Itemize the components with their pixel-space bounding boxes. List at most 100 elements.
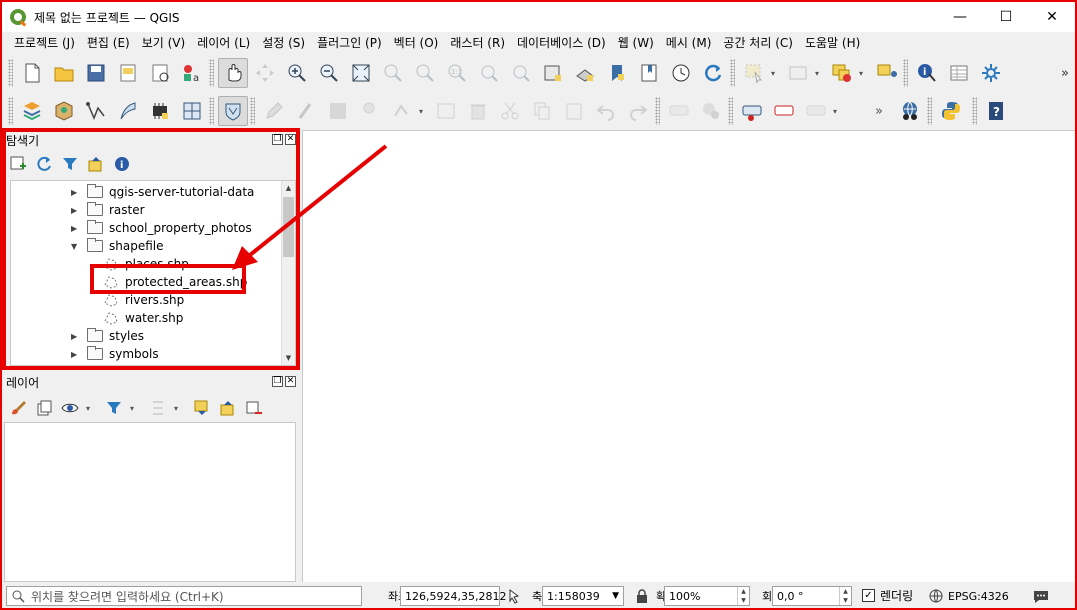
menu-raster[interactable]: 래스터 (R) [444, 34, 511, 51]
zoom-next-button[interactable] [506, 58, 536, 88]
close-panel-button[interactable]: ✕ [285, 134, 296, 145]
statistics-button[interactable] [976, 58, 1006, 88]
pin-labels-button[interactable] [696, 96, 726, 126]
select-dropdown-icon[interactable]: ▾ [771, 69, 779, 78]
refresh-button[interactable] [698, 58, 728, 88]
zoom-last-button[interactable] [474, 58, 504, 88]
coordinate-toggle-button[interactable] [506, 588, 522, 607]
tree-item-folder[interactable]: ▼ shapefile [71, 237, 164, 255]
float-panel-button[interactable]: ❐ [272, 376, 283, 387]
enable-properties-button[interactable]: i [112, 154, 132, 174]
new-print-layout-button[interactable] [113, 58, 143, 88]
menu-help[interactable]: 도움말 (H) [799, 34, 866, 51]
magnifier-spinner[interactable]: ▲ ▼ [737, 587, 749, 605]
expand-arrow-icon[interactable]: ▶ [71, 188, 81, 197]
tree-item-shapefile[interactable]: water.shp [103, 309, 183, 327]
menu-project[interactable]: 프로젝트 (J) [8, 34, 81, 51]
toolbar-grip[interactable] [250, 97, 255, 125]
toolbar-grip[interactable] [728, 97, 733, 125]
menu-settings[interactable]: 설정 (S) [256, 34, 311, 51]
show-unplaced-labels-button[interactable] [769, 96, 799, 126]
pan-to-selection-button[interactable] [250, 58, 280, 88]
collapse-arrow-icon[interactable]: ▼ [71, 242, 81, 251]
zoom-to-selection-button[interactable] [378, 58, 408, 88]
toolbar2-overflow-button[interactable]: » [875, 104, 883, 119]
vertex-tool-button[interactable] [387, 96, 417, 126]
scroll-down-icon[interactable]: ▼ [282, 351, 295, 365]
select-features-button[interactable] [739, 58, 769, 88]
attribute-table-button[interactable] [944, 58, 974, 88]
magnifier-field[interactable]: 100% ▲ ▼ [664, 586, 750, 606]
browser-tree[interactable]: ▶ qgis-server-tutorial-data ▶ raster ▶ s… [10, 180, 296, 366]
expand-arrow-icon[interactable]: ▶ [71, 224, 81, 233]
cut-features-button[interactable] [495, 96, 525, 126]
menu-layer[interactable]: 레이어 (L) [191, 34, 256, 51]
layer-styling-button[interactable] [8, 398, 28, 418]
tree-item-shapefile[interactable]: places.shp [103, 255, 189, 273]
deselect-all-button[interactable] [827, 58, 857, 88]
zoom-in-button[interactable] [282, 58, 312, 88]
map-themes-dropdown-icon[interactable]: ▾ [86, 404, 94, 413]
toolbar-grip[interactable] [927, 97, 932, 125]
toolbar-grip[interactable] [655, 97, 660, 125]
messages-button[interactable] [1032, 587, 1050, 608]
remove-layer-button[interactable] [244, 398, 264, 418]
python-console-button[interactable] [936, 96, 966, 126]
select-location-button[interactable] [871, 58, 901, 88]
tree-item-folder[interactable]: ▶ symbols [71, 345, 159, 363]
float-panel-button[interactable]: ❐ [272, 134, 283, 145]
quickmapservices-button[interactable] [895, 96, 925, 126]
filter-browser-button[interactable] [60, 154, 80, 174]
edit-pencil-button[interactable] [291, 96, 321, 126]
undo-button[interactable] [591, 96, 621, 126]
save-project-button[interactable] [81, 58, 111, 88]
menu-view[interactable]: 보기 (V) [136, 34, 191, 51]
lock-scale-button[interactable] [634, 588, 650, 607]
add-selected-layers-button[interactable] [8, 154, 28, 174]
tree-item-folder[interactable]: ▶ raster [71, 201, 145, 219]
expand-arrow-icon[interactable]: ▶ [71, 350, 81, 359]
data-source-manager-button[interactable] [17, 96, 47, 126]
label-toolbar-button[interactable] [664, 96, 694, 126]
expand-arrow-icon[interactable]: ▶ [71, 332, 81, 341]
new-geopackage-button[interactable] [49, 96, 79, 126]
rotation-spinner[interactable]: ▲ ▼ [839, 587, 851, 605]
new-project-button[interactable] [17, 58, 47, 88]
temporal-controller-button[interactable] [602, 58, 632, 88]
toolbar-grip[interactable] [8, 59, 13, 87]
paste-features-button[interactable] [559, 96, 589, 126]
menu-plugins[interactable]: 플러그인 (P) [311, 34, 388, 51]
crs-button[interactable]: EPSG:4326 [928, 588, 1009, 604]
collapse-all-button[interactable] [86, 154, 106, 174]
minimize-button[interactable]: — [937, 2, 983, 32]
vertex-dropdown-icon[interactable]: ▾ [419, 107, 427, 116]
expand-all-button[interactable] [192, 398, 212, 418]
manage-map-themes-button[interactable] [60, 398, 80, 418]
help-contents-button[interactable]: ? [981, 96, 1011, 126]
highlight-labels-button[interactable] [737, 96, 767, 126]
digitizing-toggle-button[interactable] [218, 96, 248, 126]
modify-attributes-button[interactable] [431, 96, 461, 126]
collapse-all-layers-button[interactable] [218, 398, 238, 418]
toolbar-overflow-button[interactable]: » [1061, 66, 1069, 81]
add-group-button[interactable] [34, 398, 54, 418]
toolbar-grip[interactable] [209, 59, 214, 87]
select-by-value-button[interactable] [783, 58, 813, 88]
redo-button[interactable] [623, 96, 653, 126]
locator-search-input[interactable]: 위치를 찾으려면 입력하세요 (Ctrl+K) [6, 586, 362, 606]
browser-scrollbar[interactable]: ▲ ▼ [281, 181, 295, 365]
new-spatialite-button[interactable] [113, 96, 143, 126]
identify-features-button[interactable]: i [912, 58, 942, 88]
maximize-button[interactable]: ☐ [983, 2, 1029, 32]
tree-item-shapefile[interactable]: protected_areas.shp [103, 273, 247, 291]
menu-vector[interactable]: 벡터 (O) [388, 34, 445, 51]
tree-item-folder[interactable]: ▶ qgis-server-tutorial-data [71, 183, 254, 201]
tree-item-folder[interactable]: ▶ school_property_photos [71, 219, 252, 237]
new-map-view-button[interactable] [538, 58, 568, 88]
zoom-full-button[interactable] [346, 58, 376, 88]
save-edits-button[interactable] [323, 96, 353, 126]
pan-map-button[interactable] [218, 58, 248, 88]
toolbar-grip[interactable] [730, 59, 735, 87]
new-shapefile-button[interactable] [81, 96, 111, 126]
open-project-button[interactable] [49, 58, 79, 88]
